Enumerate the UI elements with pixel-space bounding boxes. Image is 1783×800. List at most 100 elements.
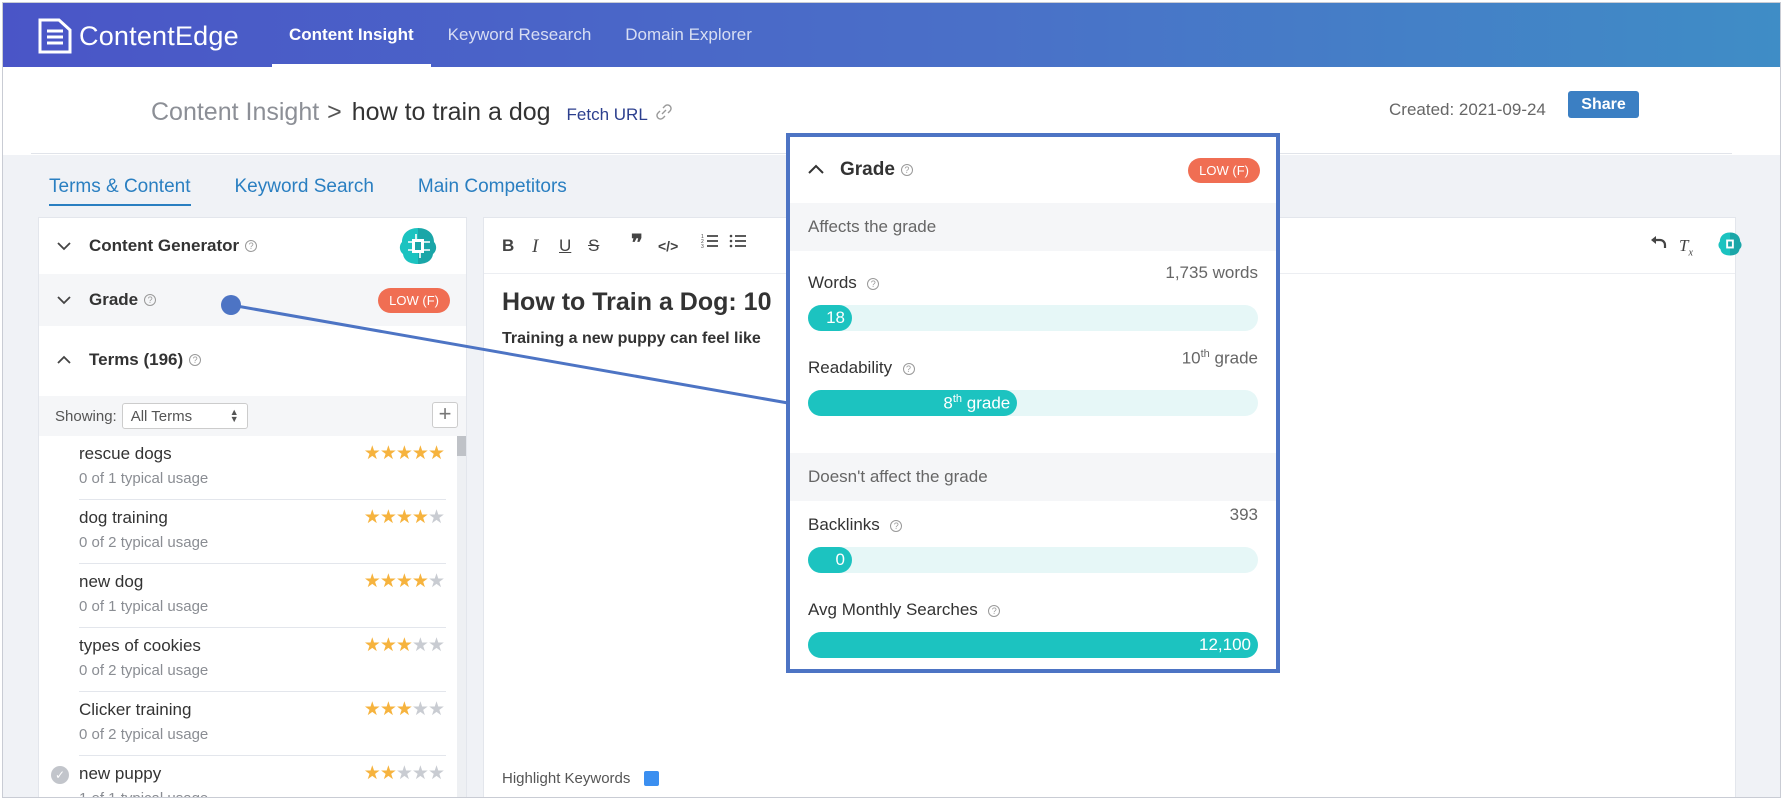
bold-icon[interactable]: B [502, 236, 514, 256]
add-term-button[interactable]: + [432, 402, 458, 428]
clear-format-icon[interactable]: Tx [1679, 236, 1693, 258]
chevron-up-icon[interactable] [57, 353, 71, 367]
ordered-list-icon[interactable]: 123 [701, 232, 719, 255]
quote-icon[interactable]: ❞ [631, 230, 643, 256]
star-icon: ★ [427, 763, 445, 784]
term-row[interactable]: ✓new puppy1 of 1 typical usage★★★★★ [51, 756, 446, 797]
highlight-keywords-checkbox[interactable] [644, 771, 660, 786]
terms-row[interactable]: Terms (196) ? [39, 334, 466, 386]
tab-terms-content[interactable]: Terms & Content [49, 176, 191, 206]
strikethrough-icon[interactable]: S [588, 236, 599, 256]
term-usage: 0 of 2 typical usage [79, 726, 209, 743]
term-row[interactable]: types of cookies 0 of 2 typical usage ★★★★… [79, 628, 446, 692]
words-bar: 18 [808, 305, 1258, 331]
top-nav-bar: ContentEdge Content Insight Keyword Rese… [3, 3, 1780, 67]
help-icon[interactable]: ? [245, 240, 258, 252]
help-icon[interactable]: ? [144, 294, 157, 306]
monthly-searches-metric: Avg Monthly Searches ? 12,100 [808, 600, 1258, 658]
star-icon: ★ [363, 507, 381, 528]
help-icon[interactable]: ? [900, 164, 913, 176]
readability-bar-fill: 8th grade [808, 390, 1018, 416]
terms-filter-select[interactable]: All Terms ▲ ▼ [121, 403, 248, 429]
showing-label: Showing: [55, 407, 117, 425]
tab-keyword-search[interactable]: Keyword Search [235, 176, 374, 206]
affects-grade-band: Affects the grade [790, 203, 1276, 251]
chevron-up-icon[interactable] [808, 163, 824, 177]
term-row[interactable]: new dog 0 of 1 typical usage ★★★★★ [79, 564, 446, 628]
star-icon: ★ [427, 635, 445, 656]
monthly-searches-bar: 12,100 [808, 632, 1258, 658]
ai-brain-icon[interactable] [1716, 230, 1744, 263]
rating-stars: ★★★★★ [364, 442, 445, 465]
select-arrows-icon: ▲ ▼ [229, 407, 239, 424]
scroll-thumb[interactable] [457, 436, 466, 456]
rating-stars: ★★★★★ [363, 506, 445, 529]
check-icon: ✓ [51, 766, 69, 784]
nav-content-insight[interactable]: Content Insight [272, 3, 431, 67]
ai-brain-icon[interactable] [396, 224, 440, 273]
document-title[interactable]: How to Train a Dog: 10 [502, 288, 771, 317]
italic-icon[interactable]: I [532, 236, 538, 258]
readability-bar-suffix: grade [962, 393, 1011, 413]
nav-domain-explorer[interactable]: Domain Explorer [608, 3, 769, 67]
undo-icon[interactable] [1649, 232, 1667, 255]
words-label: Words [808, 273, 857, 292]
backlinks-value: 393 [1229, 505, 1258, 524]
readability-label: Readability [808, 358, 893, 377]
bullet-list-icon[interactable] [729, 232, 747, 255]
showing-filter-row: Showing: All Terms ▲ ▼ + [39, 396, 466, 436]
term-name: types of cookies [79, 636, 201, 655]
content-generator-row[interactable]: Content Generator ? [39, 218, 466, 274]
breadcrumb-parent[interactable]: Content Insight [151, 98, 319, 127]
share-button[interactable]: Share [1568, 91, 1639, 118]
grade-badge: LOW (F) [378, 288, 450, 313]
terms-scrollbar[interactable] [457, 436, 466, 797]
backlinks-bar: 0 [808, 547, 1258, 573]
breadcrumb: Content Insight > how to train a dog Fet… [151, 98, 672, 127]
link-icon[interactable] [656, 104, 672, 125]
grade-badge: LOW (F) [1188, 158, 1260, 183]
readability-bar-num: 8 [943, 393, 953, 413]
grade-label: Grade [89, 290, 139, 309]
chevron-down-icon[interactable] [57, 293, 71, 307]
help-icon[interactable]: ? [988, 604, 1001, 617]
readability-bar-label: 8th grade [943, 393, 1010, 414]
document-text[interactable]: Training a new puppy can feel like [502, 330, 761, 348]
logo-text: ContentEdge [79, 20, 239, 51]
star-icon: ★ [395, 443, 413, 464]
code-icon[interactable]: </> [658, 238, 678, 254]
content-generator-label: Content Generator [89, 236, 240, 255]
term-row[interactable]: rescue dogs 0 of 1 typical usage ★★★★★ [79, 436, 446, 500]
help-icon[interactable]: ? [867, 277, 880, 290]
svg-text:3: 3 [701, 244, 704, 250]
underline-icon[interactable]: U [559, 236, 571, 256]
help-icon[interactable]: ? [902, 362, 915, 375]
term-row[interactable]: Clicker training 0 of 2 typical usage ★★★★… [79, 692, 446, 756]
star-icon: ★ [379, 635, 397, 656]
help-icon[interactable]: ? [890, 519, 903, 532]
grade-popover: Grade ? LOW (F) Affects the grade Words … [786, 133, 1280, 673]
breadcrumb-separator: > [327, 98, 342, 126]
readability-value-num: 10 [1181, 348, 1201, 368]
words-metric: Words ? 1,735 words 18 [808, 263, 1258, 331]
term-name: dog training [79, 508, 168, 527]
grade-row[interactable]: Grade ? LOW (F) [39, 274, 466, 326]
star-icon: ★ [427, 571, 445, 592]
chevron-down-icon[interactable] [57, 239, 71, 253]
star-icon: ★ [379, 571, 397, 592]
term-row[interactable]: dog training 0 of 2 typical usage ★★★★★ [79, 500, 446, 564]
fetch-url-link[interactable]: Fetch URL [567, 105, 648, 125]
logo[interactable]: ContentEdge [37, 17, 239, 55]
star-icon: ★ [379, 507, 397, 528]
term-usage: 0 of 1 typical usage [79, 598, 209, 615]
help-icon[interactable]: ? [189, 354, 202, 366]
popover-header[interactable]: Grade ? LOW (F) [790, 137, 1276, 203]
term-usage: 0 of 2 typical usage [79, 534, 209, 551]
readability-bar-sup: th [952, 392, 963, 405]
tab-main-competitors[interactable]: Main Competitors [418, 176, 567, 206]
star-icon: ★ [379, 763, 397, 784]
star-icon: ★ [395, 571, 413, 592]
nav-keyword-research[interactable]: Keyword Research [431, 3, 609, 67]
terms-list: rescue dogs 0 of 1 typical usage ★★★★★ dog … [39, 436, 466, 797]
words-value: 1,735 words [1165, 263, 1258, 282]
